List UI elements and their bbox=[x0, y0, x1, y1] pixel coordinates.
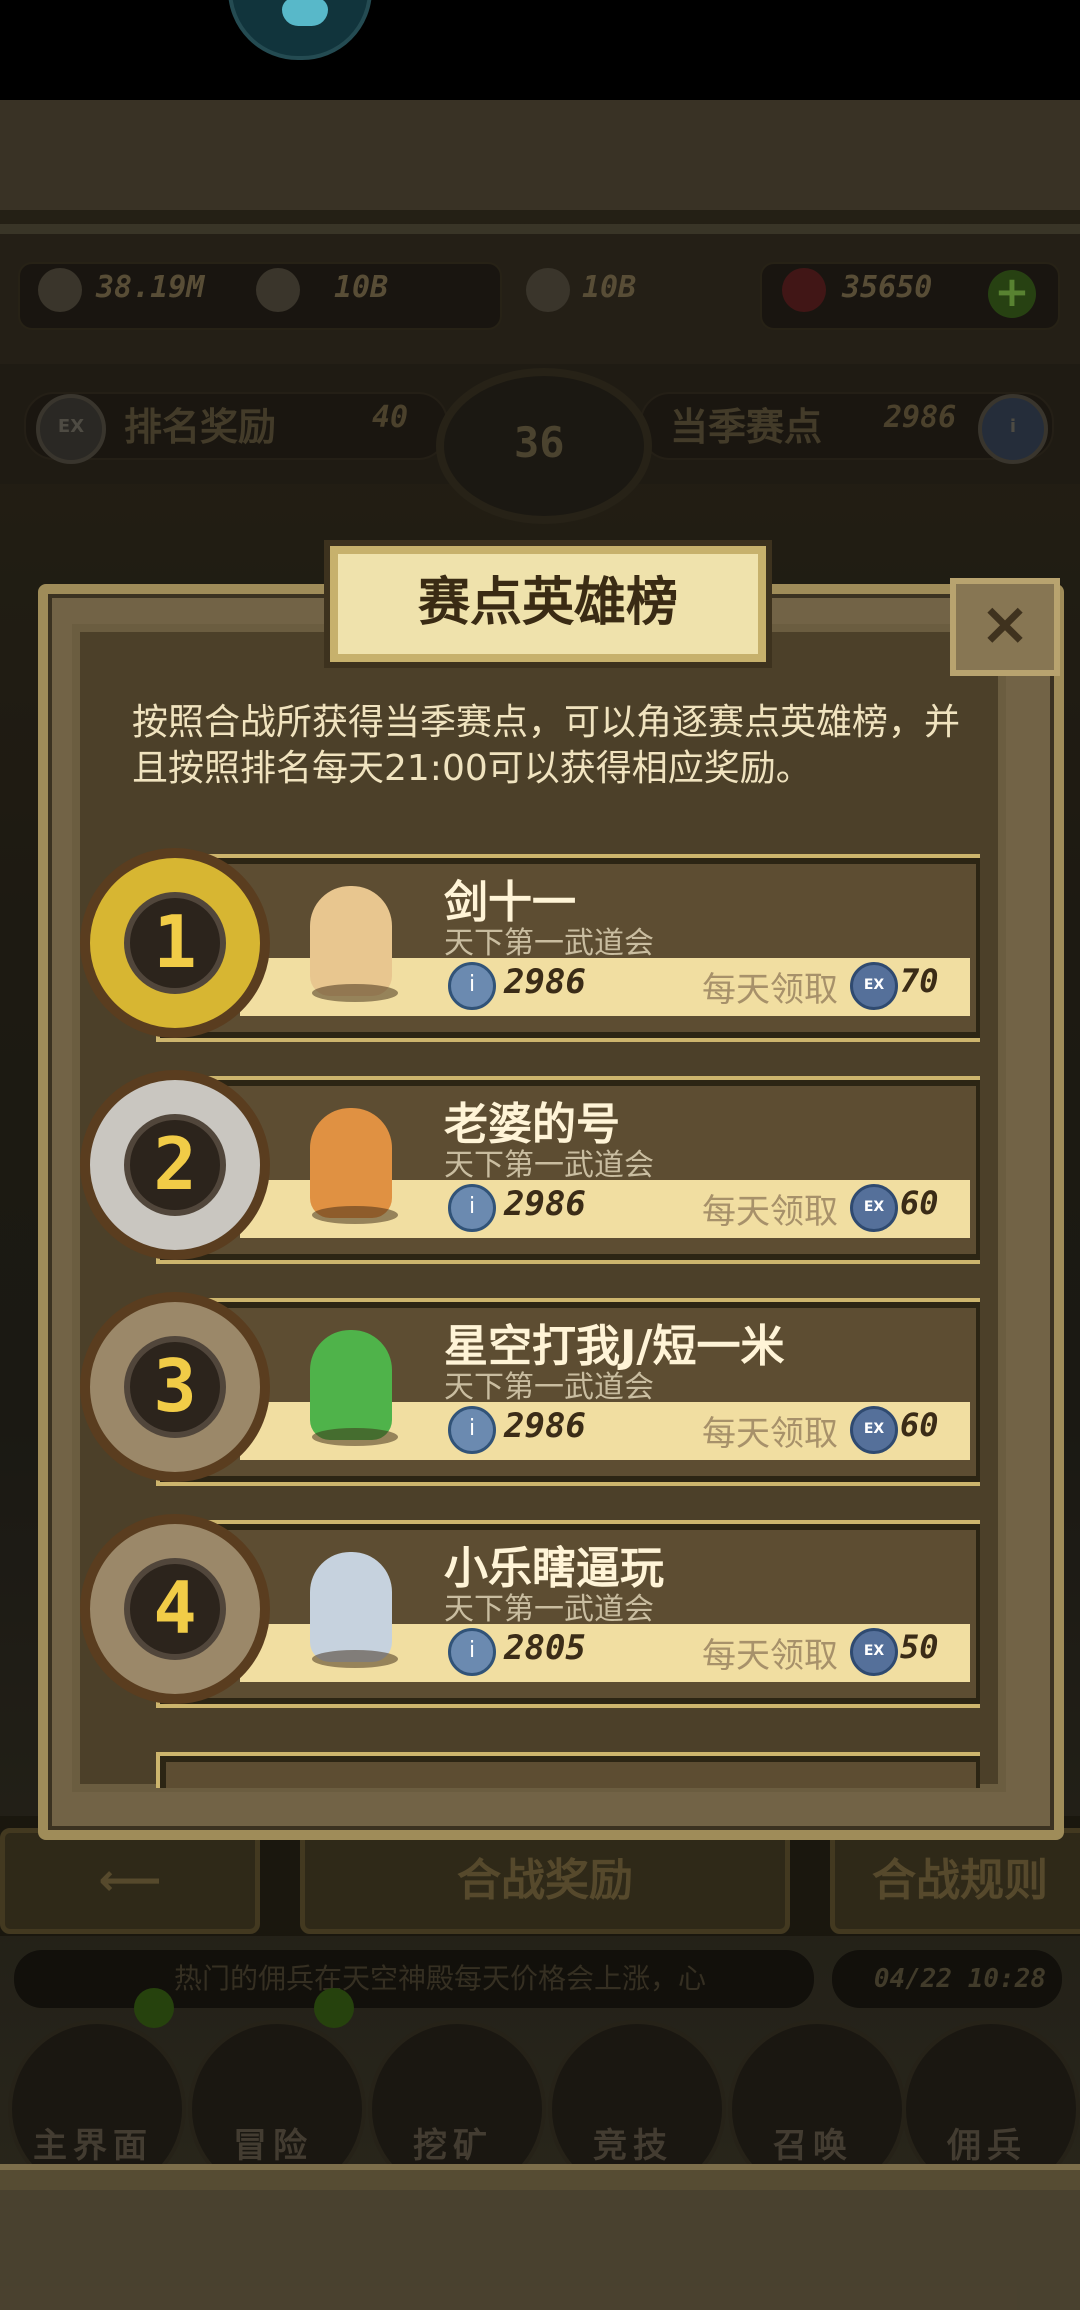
rank-number: 2 bbox=[124, 1114, 226, 1216]
leaderboard-row[interactable]: 4 小乐瞎逼玩 天下第一武道会 i 2805 每天领取 EX 50 bbox=[80, 1514, 980, 1704]
guild-name: 天下第一武道会 bbox=[444, 1370, 654, 1405]
points-icon: i bbox=[448, 1628, 496, 1676]
daily-reward: 70 bbox=[900, 962, 939, 1000]
daily-label: 每天领取 bbox=[702, 1636, 838, 1676]
leaderboard-list[interactable]: 1 剑十一 天下第一武道会 i 2986 每天领取 EX 70 2 老婆的号 天… bbox=[80, 838, 980, 1788]
guild-name: 天下第一武道会 bbox=[444, 926, 654, 961]
points-icon: i bbox=[448, 1184, 496, 1232]
ex-icon: EX bbox=[850, 1406, 898, 1454]
status-bar bbox=[0, 0, 1080, 100]
hero-shadow bbox=[312, 1206, 398, 1224]
rank-number: 1 bbox=[124, 892, 226, 994]
daily-reward: 50 bbox=[900, 1628, 939, 1666]
hero-shadow bbox=[312, 984, 398, 1002]
ex-icon: EX bbox=[850, 1184, 898, 1232]
player-points: 2805 bbox=[504, 1628, 586, 1668]
gold-medal-icon: 1 bbox=[80, 848, 270, 1038]
ex-icon: EX bbox=[850, 962, 898, 1010]
silver-medal-icon: 2 bbox=[80, 1070, 270, 1260]
hero-chick-icon bbox=[310, 886, 392, 996]
leaderboard-row[interactable]: 3 星空打我J/短一米 天下第一武道会 i 2986 每天领取 EX 60 bbox=[80, 1292, 980, 1482]
daily-label: 每天领取 bbox=[702, 1414, 838, 1454]
player-points: 2986 bbox=[504, 962, 586, 1002]
daily-label: 每天领取 bbox=[702, 1192, 838, 1232]
hero-bear-icon bbox=[310, 1552, 392, 1662]
bronze-medal-icon: 4 bbox=[80, 1514, 270, 1704]
player-points: 2986 bbox=[504, 1184, 586, 1224]
points-icon: i bbox=[448, 962, 496, 1010]
hero-green-hair-icon bbox=[310, 1330, 392, 1440]
bronze-medal-icon: 3 bbox=[80, 1292, 270, 1482]
modal-title: 赛点英雄榜 bbox=[330, 546, 766, 662]
rank-number: 4 bbox=[124, 1558, 226, 1660]
daily-reward: 60 bbox=[900, 1184, 939, 1222]
close-button[interactable]: × bbox=[950, 578, 1060, 676]
guild-name: 天下第一武道会 bbox=[444, 1148, 654, 1183]
modal-description: 按照合战所获得当季赛点，可以角逐赛点英雄榜，并且按照排名每天21:00可以获得相… bbox=[132, 702, 961, 789]
daily-label: 每天领取 bbox=[702, 970, 838, 1010]
hero-shadow bbox=[312, 1650, 398, 1668]
ex-icon: EX bbox=[850, 1628, 898, 1676]
points-icon: i bbox=[448, 1406, 496, 1454]
daily-reward: 60 bbox=[900, 1406, 939, 1444]
hero-orange-hair-icon bbox=[310, 1108, 392, 1218]
hero-shadow bbox=[312, 1428, 398, 1446]
leaderboard-row-partial bbox=[80, 1738, 980, 1788]
guild-name: 天下第一武道会 bbox=[444, 1592, 654, 1627]
leaderboard-row[interactable]: 2 老婆的号 天下第一武道会 i 2986 每天领取 EX 60 bbox=[80, 1070, 980, 1260]
rank-number: 3 bbox=[124, 1336, 226, 1438]
leaderboard-row[interactable]: 1 剑十一 天下第一武道会 i 2986 每天领取 EX 70 bbox=[80, 848, 980, 1038]
player-points: 2986 bbox=[504, 1406, 586, 1446]
